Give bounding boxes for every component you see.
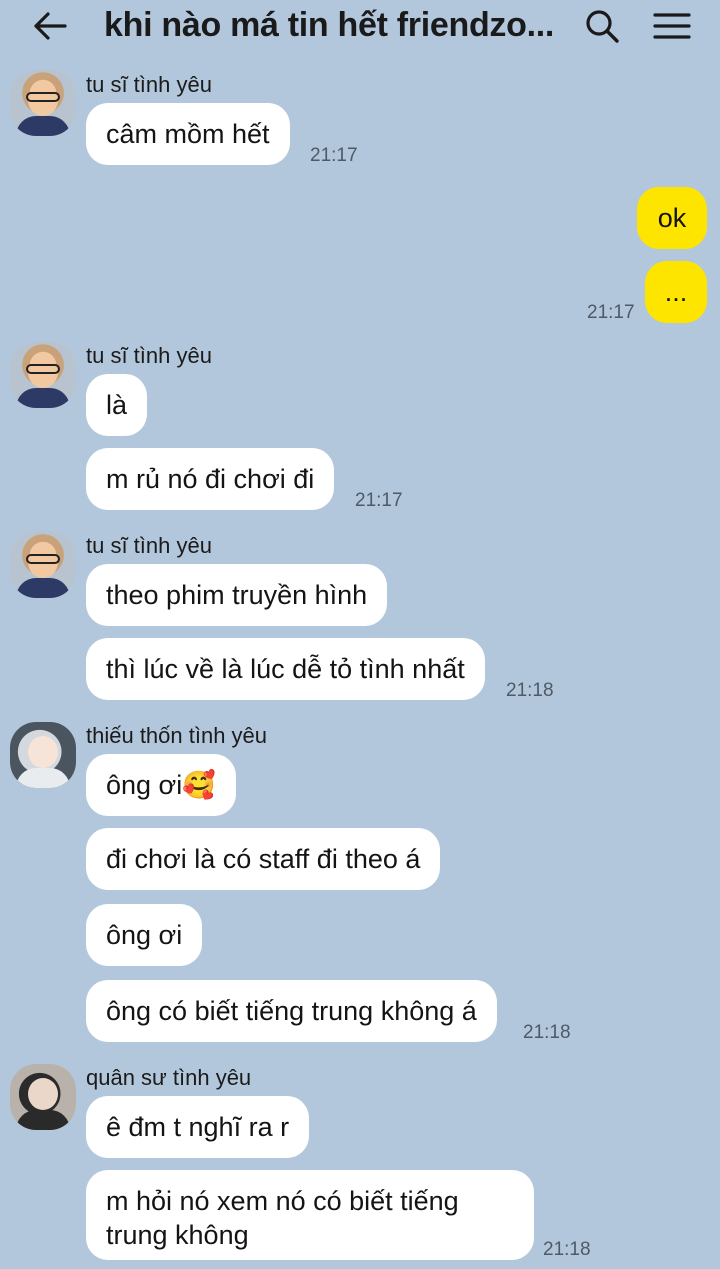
chat-header: khi nào má tin hết friendzo... xyxy=(0,0,720,52)
sender-name: tu sĩ tình yêu xyxy=(86,533,212,558)
message-time: 21:18 xyxy=(523,1022,571,1043)
message-bubble-sent[interactable]: ok xyxy=(637,187,707,249)
sender-name: tu sĩ tình yêu xyxy=(86,343,212,368)
sender-name: tu sĩ tình yêu xyxy=(86,72,212,97)
message-bubble[interactable]: thì lúc về là lúc dễ tỏ tình nhất xyxy=(86,638,485,700)
sender-name: quân sư tình yêu xyxy=(86,1065,252,1090)
back-arrow-icon[interactable] xyxy=(28,4,72,48)
message-time: 21:18 xyxy=(506,680,554,701)
sender-name: thiếu thốn tình yêu xyxy=(86,723,268,748)
hamburger-menu-icon[interactable] xyxy=(650,6,694,46)
message-bubble[interactable]: m rủ nó đi chơi đi xyxy=(86,448,335,510)
avatar[interactable] xyxy=(10,722,76,788)
message-bubble[interactable]: ông ơi🥰 xyxy=(86,754,236,816)
search-icon[interactable] xyxy=(582,6,622,46)
message-bubble[interactable]: đi chơi là có staff đi theo á xyxy=(86,828,441,890)
message-bubble-sent[interactable]: ... xyxy=(645,261,707,323)
avatar[interactable] xyxy=(10,1064,76,1130)
message-time: 21:18 xyxy=(543,1239,591,1260)
message-bubble[interactable]: ông có biết tiếng trung không á xyxy=(86,980,497,1042)
message-time: 21:17 xyxy=(355,490,403,511)
chat-title: khi nào má tin hết friendzo... xyxy=(104,6,555,44)
avatar[interactable] xyxy=(10,70,76,136)
message-bubble[interactable]: ông ơi xyxy=(86,904,203,966)
avatar[interactable] xyxy=(10,532,76,598)
message-bubble[interactable]: câm mồm hết xyxy=(86,103,290,165)
message-time: 21:17 xyxy=(310,145,358,166)
message-bubble[interactable]: theo phim truyền hình xyxy=(86,564,388,626)
message-bubble[interactable]: ê đm t nghĩ ra r xyxy=(86,1096,310,1158)
message-time: 21:17 xyxy=(587,302,635,323)
avatar[interactable] xyxy=(10,342,76,408)
message-bubble[interactable]: là xyxy=(86,374,148,436)
message-bubble[interactable]: m hỏi nó xem nó có biết tiếng trung khôn… xyxy=(86,1170,534,1260)
